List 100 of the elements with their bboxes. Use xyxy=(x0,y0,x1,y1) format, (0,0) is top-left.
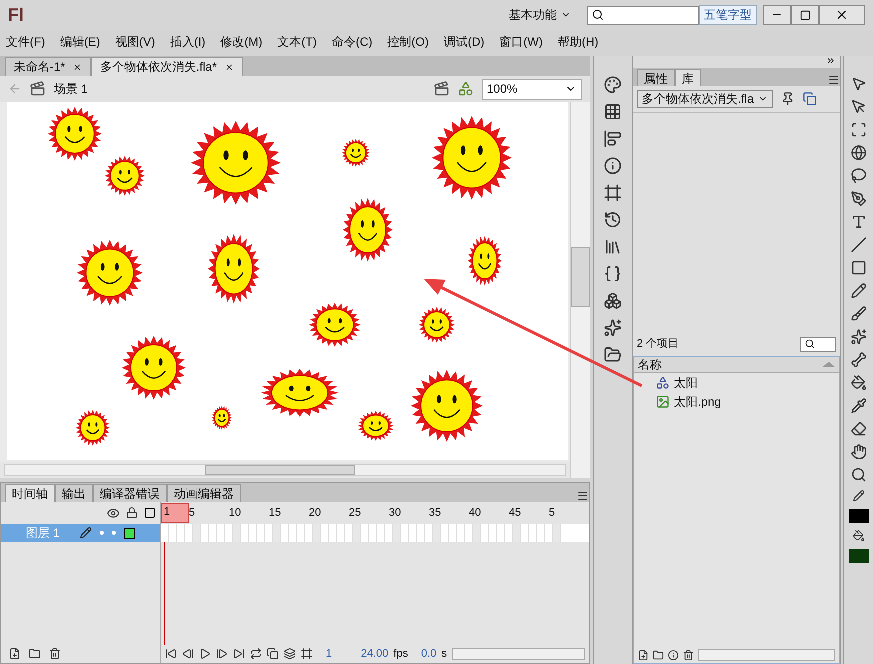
stroke-color-swatch[interactable] xyxy=(848,509,868,523)
pin-icon[interactable] xyxy=(781,92,796,106)
timeline-scrollbar[interactable] xyxy=(452,648,585,660)
horizontal-scrollbar[interactable] xyxy=(4,464,566,476)
menu-item[interactable]: 插入(I) xyxy=(170,33,206,51)
pen-icon[interactable] xyxy=(850,191,866,207)
panel-tab[interactable]: 属性 xyxy=(637,69,675,86)
search-field[interactable] xyxy=(587,6,699,24)
free-transform-icon[interactable] xyxy=(850,122,866,138)
onion-skin-icon[interactable] xyxy=(267,648,279,660)
new-symbol-icon[interactable] xyxy=(638,650,649,660)
globe-icon[interactable] xyxy=(850,145,866,161)
panel-tab[interactable]: 输出 xyxy=(55,484,93,502)
history-icon[interactable] xyxy=(604,211,622,229)
panel-tab[interactable]: 库 xyxy=(675,69,701,86)
menu-item[interactable]: 调试(D) xyxy=(444,33,485,51)
menu-item[interactable]: 修改(M) xyxy=(220,33,263,51)
first-frame-icon[interactable] xyxy=(165,648,177,660)
close-icon[interactable] xyxy=(73,62,82,72)
lock-icon[interactable] xyxy=(126,507,138,519)
trash-icon[interactable] xyxy=(49,648,61,660)
lasso-icon[interactable] xyxy=(850,168,866,184)
menu-item[interactable]: 帮助(H) xyxy=(558,33,599,51)
library-search-field[interactable] xyxy=(800,336,836,352)
close-icon[interactable] xyxy=(225,62,234,72)
layers-icon[interactable] xyxy=(284,648,296,660)
smiling-sun-drawing xyxy=(212,406,232,430)
smiling-sun-drawing xyxy=(342,139,370,167)
paint-bucket-icon[interactable] xyxy=(850,375,866,391)
info-icon[interactable] xyxy=(668,650,679,660)
document-tab[interactable]: 多个物体依次消失.fla* xyxy=(91,57,244,76)
menu-item[interactable]: 控制(O) xyxy=(388,33,429,51)
library-scrollbar[interactable] xyxy=(698,649,835,661)
ime-status-badge: 五笔字型 xyxy=(699,5,757,25)
panel-tab[interactable]: 时间轴 xyxy=(5,484,55,502)
sparkle-icon[interactable] xyxy=(850,329,866,345)
boxes-icon[interactable] xyxy=(604,292,622,310)
menu-item[interactable]: 视图(V) xyxy=(115,33,156,51)
folder-icon[interactable] xyxy=(29,648,41,660)
loop-icon[interactable] xyxy=(250,648,262,660)
library-item[interactable]: 太阳 xyxy=(634,373,839,392)
smiling-sun-drawing xyxy=(411,370,483,442)
info-icon[interactable] xyxy=(604,157,622,175)
code-braces-icon[interactable] xyxy=(604,265,622,283)
folder-icon[interactable] xyxy=(653,650,664,660)
outline-color-swatch[interactable] xyxy=(124,528,135,538)
grid-icon[interactable] xyxy=(604,103,622,121)
trash-icon[interactable] xyxy=(683,650,694,660)
eye-icon[interactable] xyxy=(107,506,120,520)
panel-tab[interactable]: 动画编辑器 xyxy=(167,484,241,502)
pencil-icon[interactable] xyxy=(850,283,866,299)
menu-item[interactable]: 文本(T) xyxy=(278,33,317,51)
eyedropper-icon[interactable] xyxy=(850,398,866,414)
close-button[interactable] xyxy=(819,5,865,25)
rectangle-icon[interactable] xyxy=(850,260,866,276)
align-icon[interactable] xyxy=(604,130,622,148)
menu-item[interactable]: 窗口(W) xyxy=(500,33,543,51)
panel-menu-icon[interactable] xyxy=(577,490,589,502)
document-dropdown[interactable]: 多个物体依次消失.fla xyxy=(637,90,774,108)
library-books-icon[interactable] xyxy=(604,238,622,256)
play-icon[interactable] xyxy=(199,648,211,660)
last-frame-icon[interactable] xyxy=(233,648,245,660)
text-tool-icon[interactable] xyxy=(850,214,866,230)
eraser-icon[interactable] xyxy=(850,421,866,437)
brush-icon[interactable] xyxy=(850,306,866,322)
subselection-arrow-icon[interactable] xyxy=(850,99,866,115)
panel-tab[interactable]: 编译器错误 xyxy=(93,484,167,502)
smiling-sun-drawing xyxy=(77,240,143,306)
new-window-icon[interactable] xyxy=(803,92,818,106)
maximize-button[interactable] xyxy=(791,5,819,25)
line-icon[interactable] xyxy=(850,237,866,253)
document-tab[interactable]: 未命名-1* xyxy=(5,57,92,76)
new-layer-icon[interactable] xyxy=(9,648,21,660)
panel-menu-icon[interactable] xyxy=(828,74,840,86)
zoom-icon[interactable] xyxy=(850,467,866,483)
zoom-dropdown[interactable]: 100% xyxy=(482,78,582,100)
paint-bucket-icon[interactable] xyxy=(852,530,864,542)
hand-icon[interactable] xyxy=(850,444,866,460)
library-item[interactable]: 太阳.png xyxy=(634,392,839,411)
step-back-icon[interactable] xyxy=(182,648,194,660)
clapperboard-icon[interactable] xyxy=(434,81,450,97)
folder-icon[interactable] xyxy=(604,346,622,364)
step-forward-icon[interactable] xyxy=(216,648,228,660)
workspace-dropdown[interactable]: 基本功能 xyxy=(501,3,579,27)
pencil-icon[interactable] xyxy=(852,490,864,502)
expand-chevrons-icon[interactable] xyxy=(826,56,836,66)
search-icon xyxy=(592,9,604,21)
menu-item[interactable]: 编辑(E) xyxy=(60,33,100,51)
selection-arrow-icon[interactable] xyxy=(850,76,866,92)
vertical-scrollbar[interactable] xyxy=(570,102,590,478)
frame-number: 40 xyxy=(469,506,482,521)
menu-item[interactable]: 文件(F) xyxy=(6,33,46,51)
frame-number: 30 xyxy=(389,506,402,521)
menu-item[interactable]: 命令(C) xyxy=(332,33,373,51)
palette-icon[interactable] xyxy=(604,76,622,94)
fill-color-swatch[interactable] xyxy=(848,549,868,563)
symbol-shapes-icon[interactable] xyxy=(458,81,474,97)
bone-icon[interactable] xyxy=(850,352,866,368)
outline-square-icon[interactable] xyxy=(144,507,156,519)
frame-number: 5 xyxy=(189,506,196,521)
